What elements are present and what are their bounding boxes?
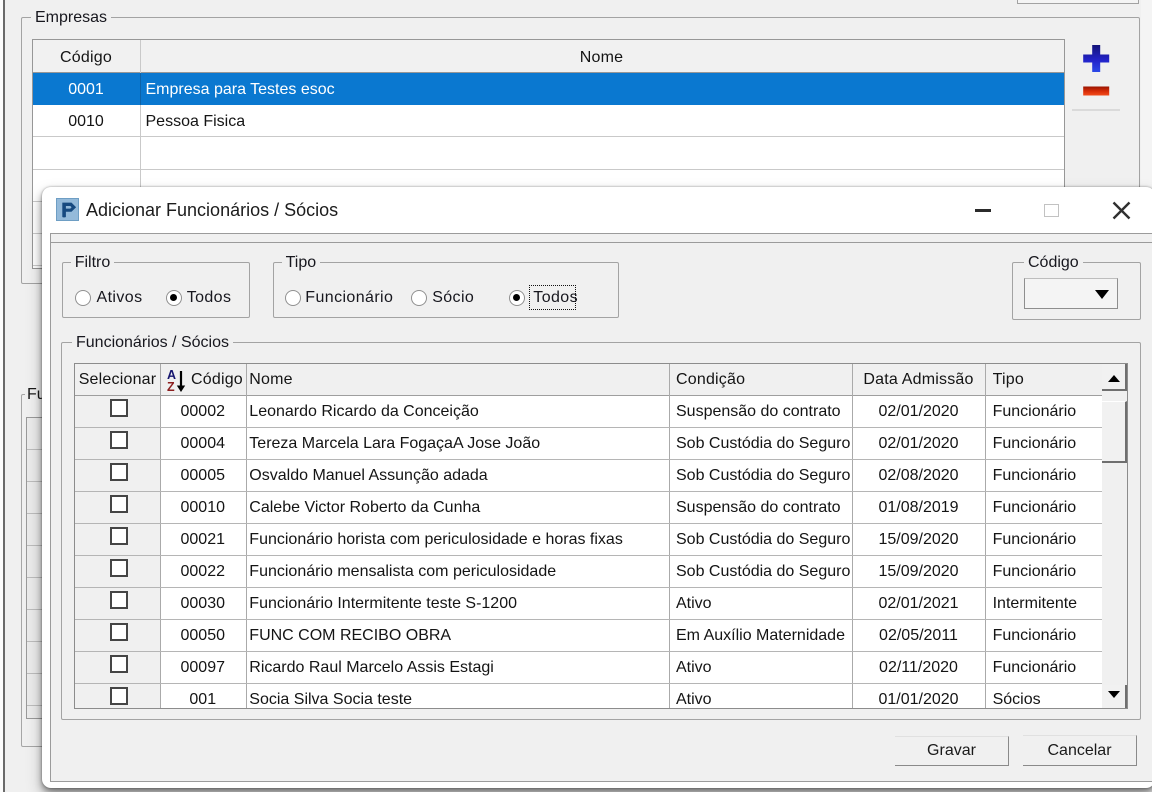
svg-text:Z: Z (167, 380, 175, 393)
